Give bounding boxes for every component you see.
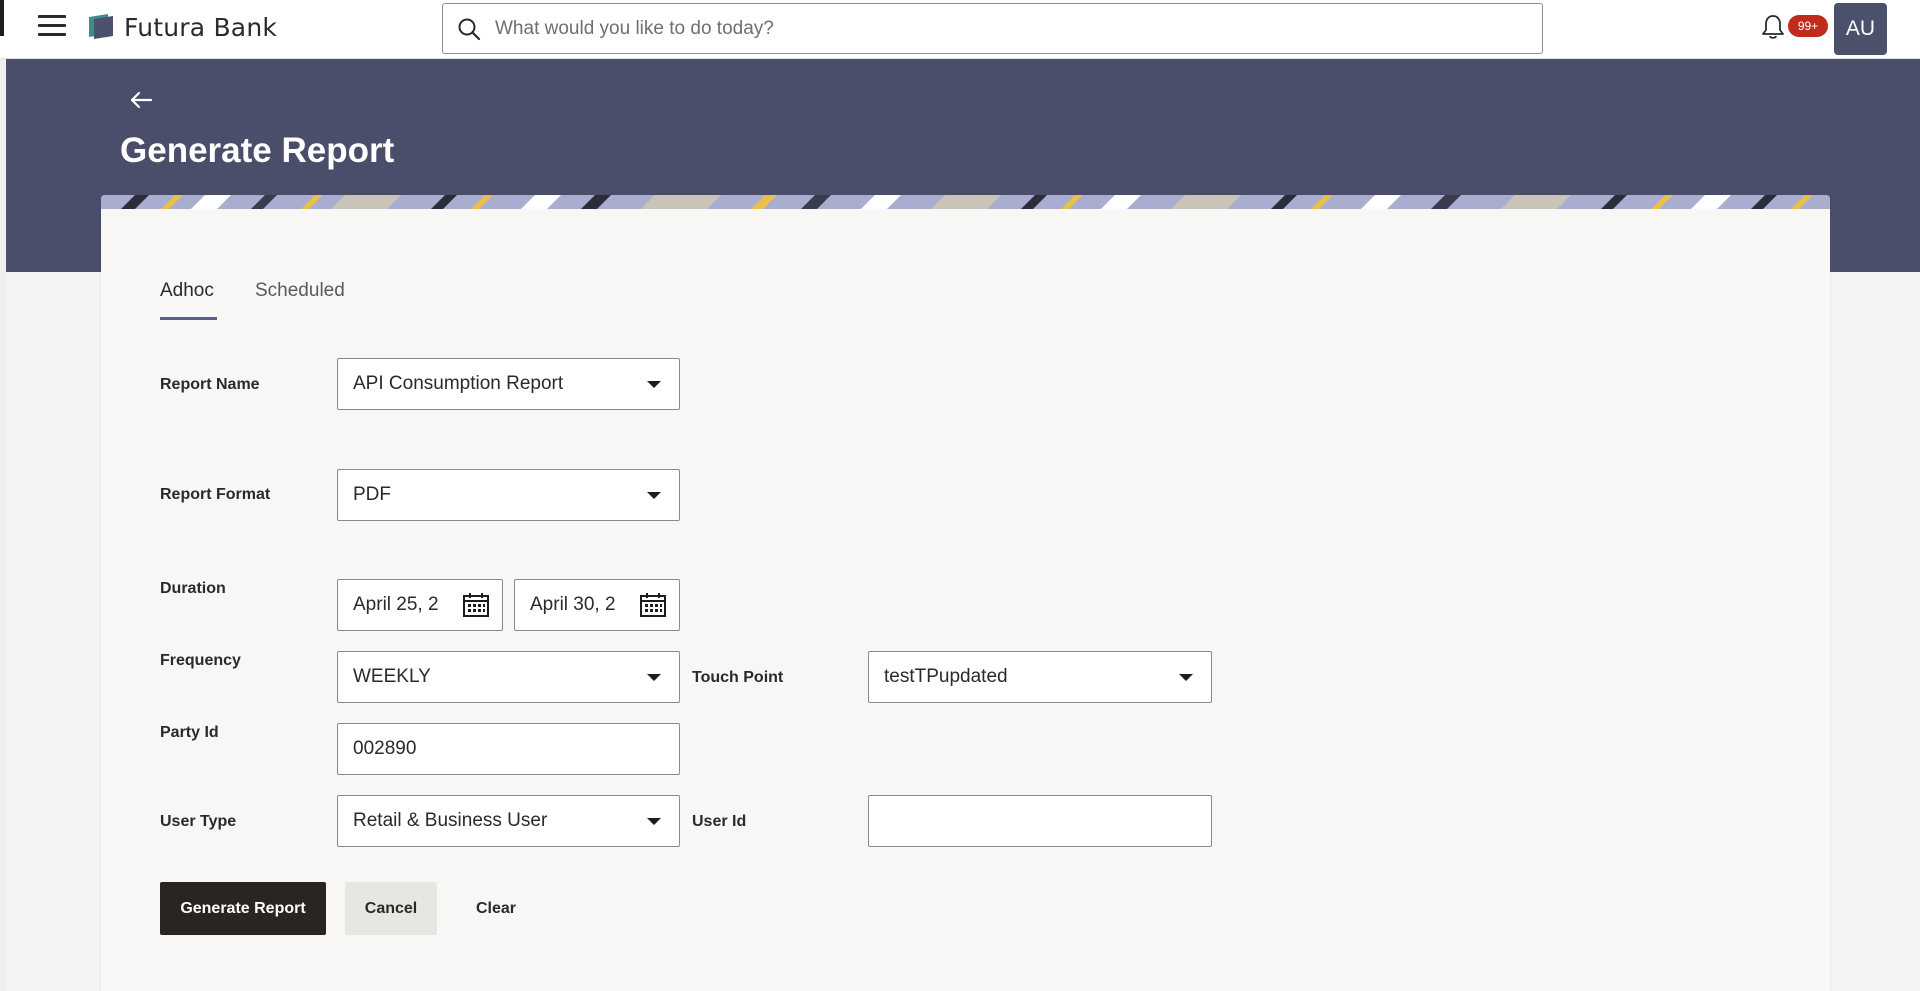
user-avatar[interactable]: AU	[1834, 3, 1887, 55]
party-id-input[interactable]: 002890	[337, 723, 680, 775]
decorative-pattern-banner	[101, 195, 1830, 209]
generate-report-button[interactable]: Generate Report	[160, 882, 326, 935]
calendar-icon[interactable]	[462, 592, 490, 618]
search-box[interactable]	[442, 3, 1543, 54]
party-id-label: Party Id	[160, 724, 219, 741]
user-id-label: User Id	[692, 813, 747, 830]
report-format-select[interactable]: PDF	[337, 469, 680, 521]
search-icon	[458, 18, 481, 41]
page-title: Generate Report	[120, 131, 395, 170]
user-type-select[interactable]: Retail & Business User	[337, 795, 680, 847]
chevron-down-icon	[647, 381, 661, 388]
cancel-button[interactable]: Cancel	[345, 882, 437, 935]
frequency-label: Frequency	[160, 652, 241, 669]
chevron-down-icon	[647, 674, 661, 681]
touch-point-label: Touch Point	[692, 669, 784, 686]
hamburger-menu-icon[interactable]	[38, 15, 66, 39]
duration-to-value: April 30, 2	[530, 594, 616, 615]
user-type-value: Retail & Business User	[353, 810, 548, 831]
duration-from-date[interactable]: April 25, 2	[337, 579, 503, 631]
calendar-icon[interactable]	[639, 592, 667, 618]
tab-adhoc[interactable]: Adhoc	[160, 280, 217, 320]
window-edge-marker	[0, 0, 4, 36]
report-name-value: API Consumption Report	[353, 373, 564, 394]
touch-point-select[interactable]: testTPupdated	[868, 651, 1212, 703]
party-id-value: 002890	[353, 738, 417, 759]
report-format-value: PDF	[353, 484, 391, 505]
search-input[interactable]	[495, 4, 1525, 53]
frequency-value: WEEKLY	[353, 666, 431, 687]
notification-bell-icon[interactable]	[1760, 13, 1786, 41]
frequency-select[interactable]: WEEKLY	[337, 651, 680, 703]
bank-logo-icon	[89, 14, 113, 39]
brand-name[interactable]: Futura Bank	[124, 13, 277, 42]
clear-button[interactable]: Clear	[464, 882, 528, 935]
notification-count-badge: 99+	[1788, 15, 1828, 37]
user-type-label: User Type	[160, 813, 237, 830]
back-arrow-icon[interactable]	[128, 88, 154, 112]
duration-to-date[interactable]: April 30, 2	[514, 579, 680, 631]
user-id-input[interactable]	[868, 795, 1212, 847]
report-name-select[interactable]: API Consumption Report	[337, 358, 680, 410]
touch-point-value: testTPupdated	[884, 666, 1008, 687]
top-bar: Futura Bank 99+ AU	[0, 0, 1920, 59]
report-format-label: Report Format	[160, 486, 271, 503]
duration-from-value: April 25, 2	[353, 594, 439, 615]
chevron-down-icon	[647, 818, 661, 825]
report-name-label: Report Name	[160, 376, 260, 393]
duration-label: Duration	[160, 580, 226, 597]
chevron-down-icon	[1179, 674, 1193, 681]
tab-scheduled[interactable]: Scheduled	[255, 280, 345, 320]
chevron-down-icon	[647, 492, 661, 499]
